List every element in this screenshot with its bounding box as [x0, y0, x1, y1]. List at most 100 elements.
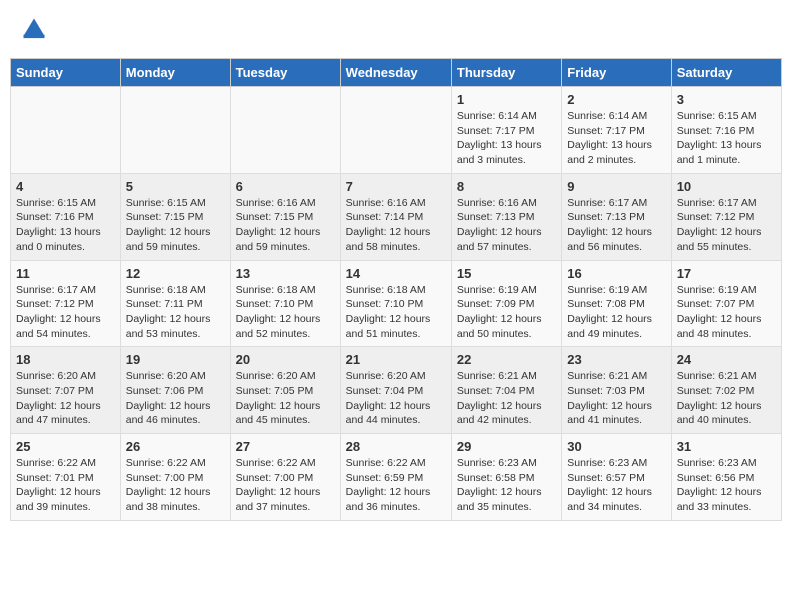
day-info: Sunrise: 6:22 AM Sunset: 6:59 PM Dayligh… — [346, 456, 446, 515]
day-info: Sunrise: 6:17 AM Sunset: 7:12 PM Dayligh… — [677, 196, 776, 255]
col-header-thursday: Thursday — [451, 59, 561, 87]
day-cell: 25Sunrise: 6:22 AM Sunset: 7:01 PM Dayli… — [11, 434, 121, 521]
day-info: Sunrise: 6:19 AM Sunset: 7:07 PM Dayligh… — [677, 283, 776, 342]
day-cell — [11, 87, 121, 174]
day-number: 4 — [16, 179, 115, 194]
col-header-sunday: Sunday — [11, 59, 121, 87]
day-number: 16 — [567, 266, 665, 281]
day-info: Sunrise: 6:23 AM Sunset: 6:58 PM Dayligh… — [457, 456, 556, 515]
day-number: 6 — [236, 179, 335, 194]
day-info: Sunrise: 6:16 AM Sunset: 7:15 PM Dayligh… — [236, 196, 335, 255]
day-cell: 30Sunrise: 6:23 AM Sunset: 6:57 PM Dayli… — [562, 434, 671, 521]
day-number: 19 — [126, 352, 225, 367]
day-cell: 31Sunrise: 6:23 AM Sunset: 6:56 PM Dayli… — [671, 434, 781, 521]
day-cell — [120, 87, 230, 174]
week-row-2: 4 Sunrise: 6:15 AM Sunset: 7:16 PM Daylig… — [11, 173, 782, 260]
col-header-tuesday: Tuesday — [230, 59, 340, 87]
day-cell: 8 Sunrise: 6:16 AM Sunset: 7:13 PM Daylig… — [451, 173, 561, 260]
day-number: 20 — [236, 352, 335, 367]
day-cell: 18 Sunrise: 6:20 AM Sunset: 7:07 PM Dayli… — [11, 347, 121, 434]
day-cell: 5 Sunrise: 6:15 AM Sunset: 7:15 PM Daylig… — [120, 173, 230, 260]
day-number: 15 — [457, 266, 556, 281]
day-info: Sunrise: 6:20 AM Sunset: 7:07 PM Dayligh… — [16, 369, 115, 428]
week-row-3: 11Sunrise: 6:17 AM Sunset: 7:12 PM Dayli… — [11, 260, 782, 347]
day-info: Sunrise: 6:19 AM Sunset: 7:09 PM Dayligh… — [457, 283, 556, 342]
day-cell: 13 Sunrise: 6:18 AM Sunset: 7:10 PM Dayli… — [230, 260, 340, 347]
day-number: 26 — [126, 439, 225, 454]
day-info: Sunrise: 6:20 AM Sunset: 7:06 PM Dayligh… — [126, 369, 225, 428]
day-info: Sunrise: 6:18 AM Sunset: 7:11 PM Dayligh… — [126, 283, 225, 342]
day-number: 3 — [677, 92, 776, 107]
day-cell: 28 Sunrise: 6:22 AM Sunset: 6:59 PM Dayli… — [340, 434, 451, 521]
day-cell: 21 Sunrise: 6:20 AM Sunset: 7:04 PM Dayli… — [340, 347, 451, 434]
day-number: 12 — [126, 266, 225, 281]
day-info: Sunrise: 6:20 AM Sunset: 7:04 PM Dayligh… — [346, 369, 446, 428]
day-cell: 17 Sunrise: 6:19 AM Sunset: 7:07 PM Dayli… — [671, 260, 781, 347]
day-number: 14 — [346, 266, 446, 281]
day-cell: 3Sunrise: 6:15 AM Sunset: 7:16 PM Daylig… — [671, 87, 781, 174]
logo-icon — [20, 15, 48, 43]
col-header-friday: Friday — [562, 59, 671, 87]
day-cell: 12 Sunrise: 6:18 AM Sunset: 7:11 PM Dayli… — [120, 260, 230, 347]
day-info: Sunrise: 6:20 AM Sunset: 7:05 PM Dayligh… — [236, 369, 335, 428]
day-number: 5 — [126, 179, 225, 194]
week-row-4: 18 Sunrise: 6:20 AM Sunset: 7:07 PM Dayli… — [11, 347, 782, 434]
day-number: 23 — [567, 352, 665, 367]
day-cell: 14 Sunrise: 6:18 AM Sunset: 7:10 PM Dayli… — [340, 260, 451, 347]
day-number: 22 — [457, 352, 556, 367]
day-info: Sunrise: 6:22 AM Sunset: 7:00 PM Dayligh… — [126, 456, 225, 515]
day-number: 17 — [677, 266, 776, 281]
day-cell: 26 Sunrise: 6:22 AM Sunset: 7:00 PM Dayli… — [120, 434, 230, 521]
day-number: 13 — [236, 266, 335, 281]
day-number: 7 — [346, 179, 446, 194]
week-row-5: 25Sunrise: 6:22 AM Sunset: 7:01 PM Dayli… — [11, 434, 782, 521]
day-info: Sunrise: 6:21 AM Sunset: 7:04 PM Dayligh… — [457, 369, 556, 428]
day-info: Sunrise: 6:15 AM Sunset: 7:16 PM Dayligh… — [16, 196, 115, 255]
day-cell: 29 Sunrise: 6:23 AM Sunset: 6:58 PM Dayli… — [451, 434, 561, 521]
day-number: 31 — [677, 439, 776, 454]
day-cell: 4 Sunrise: 6:15 AM Sunset: 7:16 PM Daylig… — [11, 173, 121, 260]
col-header-monday: Monday — [120, 59, 230, 87]
day-cell: 20 Sunrise: 6:20 AM Sunset: 7:05 PM Dayli… — [230, 347, 340, 434]
day-cell — [340, 87, 451, 174]
day-info: Sunrise: 6:17 AM Sunset: 7:13 PM Dayligh… — [567, 196, 665, 255]
day-info: Sunrise: 6:17 AM Sunset: 7:12 PM Dayligh… — [16, 283, 115, 342]
day-cell: 15 Sunrise: 6:19 AM Sunset: 7:09 PM Dayli… — [451, 260, 561, 347]
day-cell — [230, 87, 340, 174]
col-header-saturday: Saturday — [671, 59, 781, 87]
day-number: 27 — [236, 439, 335, 454]
day-cell: 6 Sunrise: 6:16 AM Sunset: 7:15 PM Daylig… — [230, 173, 340, 260]
day-info: Sunrise: 6:22 AM Sunset: 7:00 PM Dayligh… — [236, 456, 335, 515]
day-number: 18 — [16, 352, 115, 367]
day-number: 21 — [346, 352, 446, 367]
day-info: Sunrise: 6:14 AM Sunset: 7:17 PM Dayligh… — [567, 109, 665, 168]
day-number: 25 — [16, 439, 115, 454]
day-number: 10 — [677, 179, 776, 194]
day-info: Sunrise: 6:18 AM Sunset: 7:10 PM Dayligh… — [236, 283, 335, 342]
day-info: Sunrise: 6:19 AM Sunset: 7:08 PM Dayligh… — [567, 283, 665, 342]
day-number: 24 — [677, 352, 776, 367]
day-cell: 19 Sunrise: 6:20 AM Sunset: 7:06 PM Dayli… — [120, 347, 230, 434]
day-number: 8 — [457, 179, 556, 194]
day-number: 29 — [457, 439, 556, 454]
day-info: Sunrise: 6:21 AM Sunset: 7:03 PM Dayligh… — [567, 369, 665, 428]
day-cell: 1Sunrise: 6:14 AM Sunset: 7:17 PM Daylig… — [451, 87, 561, 174]
day-number: 2 — [567, 92, 665, 107]
day-cell: 24 Sunrise: 6:21 AM Sunset: 7:02 PM Dayli… — [671, 347, 781, 434]
day-info: Sunrise: 6:15 AM Sunset: 7:15 PM Dayligh… — [126, 196, 225, 255]
day-cell: 22 Sunrise: 6:21 AM Sunset: 7:04 PM Dayli… — [451, 347, 561, 434]
day-info: Sunrise: 6:16 AM Sunset: 7:14 PM Dayligh… — [346, 196, 446, 255]
day-info: Sunrise: 6:21 AM Sunset: 7:02 PM Dayligh… — [677, 369, 776, 428]
day-number: 28 — [346, 439, 446, 454]
day-cell: 11Sunrise: 6:17 AM Sunset: 7:12 PM Dayli… — [11, 260, 121, 347]
day-cell: 23 Sunrise: 6:21 AM Sunset: 7:03 PM Dayli… — [562, 347, 671, 434]
day-info: Sunrise: 6:18 AM Sunset: 7:10 PM Dayligh… — [346, 283, 446, 342]
day-number: 30 — [567, 439, 665, 454]
day-info: Sunrise: 6:16 AM Sunset: 7:13 PM Dayligh… — [457, 196, 556, 255]
logo — [20, 15, 52, 43]
day-cell: 9 Sunrise: 6:17 AM Sunset: 7:13 PM Daylig… — [562, 173, 671, 260]
day-cell: 7 Sunrise: 6:16 AM Sunset: 7:14 PM Daylig… — [340, 173, 451, 260]
day-cell: 2 Sunrise: 6:14 AM Sunset: 7:17 PM Daylig… — [562, 87, 671, 174]
day-number: 9 — [567, 179, 665, 194]
page-header — [10, 10, 782, 48]
